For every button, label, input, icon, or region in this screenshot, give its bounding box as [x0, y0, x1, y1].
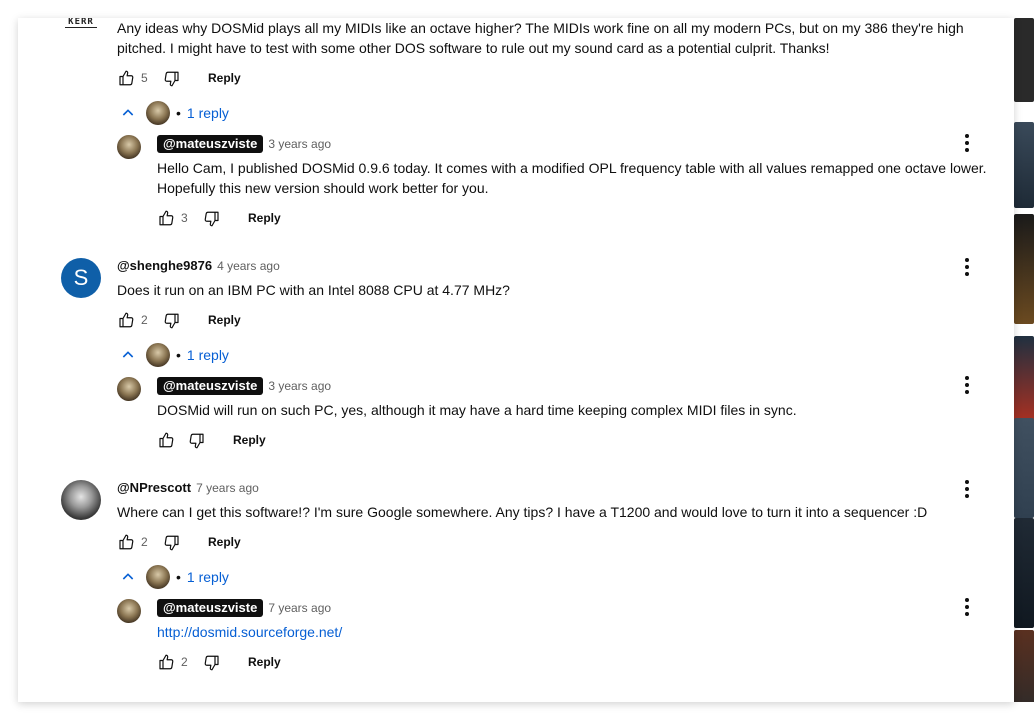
replies-toggle[interactable]: • 1 reply	[120, 100, 229, 126]
avatar[interactable]	[117, 599, 141, 623]
reply-header: @mateuszviste 3 years ago	[157, 135, 331, 153]
dislike-button[interactable]	[188, 432, 206, 450]
like-count: 2	[141, 313, 148, 327]
side-thumbnail-strip	[1014, 18, 1034, 702]
like-button[interactable]	[157, 653, 175, 671]
thumbs-down-icon	[189, 433, 204, 449]
comment-header: @shenghe9876 4 years ago	[117, 258, 280, 273]
replies-count-label: 1 reply	[186, 569, 229, 585]
more-vert-icon	[965, 480, 969, 484]
thumbs-up-icon	[119, 312, 134, 328]
more-vert-icon	[965, 258, 969, 262]
timestamp[interactable]: 7 years ago	[268, 601, 331, 615]
avatar-logo-text: KERR	[65, 18, 97, 28]
author-name[interactable]: @NPrescott	[117, 480, 191, 495]
like-button[interactable]	[117, 311, 135, 329]
chevron-up-icon	[122, 109, 134, 116]
avatar	[146, 343, 170, 367]
author-name[interactable]: @mateuszviste	[157, 599, 264, 617]
dislike-button[interactable]	[203, 210, 221, 228]
comment-text: Any ideas why DOSMid plays all my MIDIs …	[117, 20, 964, 56]
thumbs-down-icon	[204, 211, 219, 227]
thumbs-down-icon	[164, 313, 179, 329]
comment-text: Where can I get this software!? I'm sure…	[117, 504, 928, 520]
timestamp[interactable]: 7 years ago	[196, 481, 259, 495]
replies-toggle[interactable]: • 1 reply	[120, 342, 229, 368]
reply-button[interactable]: Reply	[233, 433, 266, 447]
reply-text: Hello Cam, I published DOSMid 0.9.6 toda…	[157, 160, 987, 196]
dislike-button[interactable]	[203, 654, 221, 672]
reply-button[interactable]: Reply	[208, 535, 241, 549]
chevron-up-icon	[122, 351, 134, 358]
comments-panel: KERR Any ideas why DOSMid plays all my M…	[18, 18, 1014, 702]
replies-toggle[interactable]: • 1 reply	[120, 564, 229, 590]
thumbs-down-icon	[204, 655, 219, 671]
dislike-button[interactable]	[163, 312, 181, 330]
more-actions-button[interactable]	[955, 595, 979, 619]
thumbs-down-icon	[164, 535, 179, 551]
avatar-letter: S	[73, 265, 89, 290]
thumbs-up-icon	[159, 210, 174, 226]
avatar[interactable]	[117, 377, 141, 401]
more-actions-button[interactable]	[955, 255, 979, 279]
separator-dot: •	[176, 569, 181, 585]
like-count: 2	[141, 535, 148, 549]
thumbs-down-icon	[164, 71, 179, 87]
thumbs-up-icon	[119, 534, 134, 550]
like-button[interactable]	[157, 431, 175, 449]
more-vert-icon	[965, 598, 969, 602]
reply-header: @mateuszviste 3 years ago	[157, 377, 331, 395]
reply-button[interactable]: Reply	[208, 313, 241, 327]
comment-text: Does it run on an IBM PC with an Intel 8…	[117, 282, 510, 298]
reply-header: @mateuszviste 7 years ago	[157, 599, 331, 617]
reply-button[interactable]: Reply	[248, 211, 281, 225]
reply-link[interactable]: http://dosmid.sourceforge.net/	[157, 622, 342, 642]
replies-count-label: 1 reply	[186, 105, 229, 121]
more-vert-icon	[965, 134, 969, 138]
like-count: 5	[141, 71, 148, 85]
more-actions-button[interactable]	[955, 373, 979, 397]
more-actions-button[interactable]	[955, 131, 979, 155]
replies-count-label: 1 reply	[186, 347, 229, 363]
thumbs-up-icon	[159, 432, 174, 448]
author-name[interactable]: @shenghe9876	[117, 258, 212, 273]
avatar	[146, 565, 170, 589]
chevron-up-icon	[122, 573, 134, 580]
thumbs-up-icon	[159, 654, 174, 670]
author-name[interactable]: @mateuszviste	[157, 135, 264, 153]
timestamp[interactable]: 3 years ago	[268, 137, 331, 151]
reply-button[interactable]: Reply	[248, 655, 281, 669]
like-button[interactable]	[117, 69, 135, 87]
reply-text: DOSMid will run on such PC, yes, althoug…	[157, 402, 797, 418]
dislike-button[interactable]	[163, 70, 181, 88]
avatar	[146, 101, 170, 125]
more-actions-button[interactable]	[955, 477, 979, 501]
thumbs-up-icon	[119, 70, 134, 86]
avatar[interactable]: S	[61, 258, 101, 298]
separator-dot: •	[176, 347, 181, 363]
like-button[interactable]	[117, 533, 135, 551]
avatar[interactable]	[61, 480, 101, 520]
timestamp[interactable]: 4 years ago	[217, 259, 280, 273]
avatar[interactable]: KERR	[65, 18, 97, 36]
timestamp[interactable]: 3 years ago	[268, 379, 331, 393]
more-vert-icon	[965, 376, 969, 380]
author-name[interactable]: @mateuszviste	[157, 377, 264, 395]
like-button[interactable]	[157, 209, 175, 227]
like-count: 3	[181, 211, 188, 225]
reply-button[interactable]: Reply	[208, 71, 241, 85]
avatar[interactable]	[117, 135, 141, 159]
comment-header: @NPrescott 7 years ago	[117, 480, 259, 495]
dislike-button[interactable]	[163, 534, 181, 552]
like-count: 2	[181, 655, 188, 669]
separator-dot: •	[176, 105, 181, 121]
